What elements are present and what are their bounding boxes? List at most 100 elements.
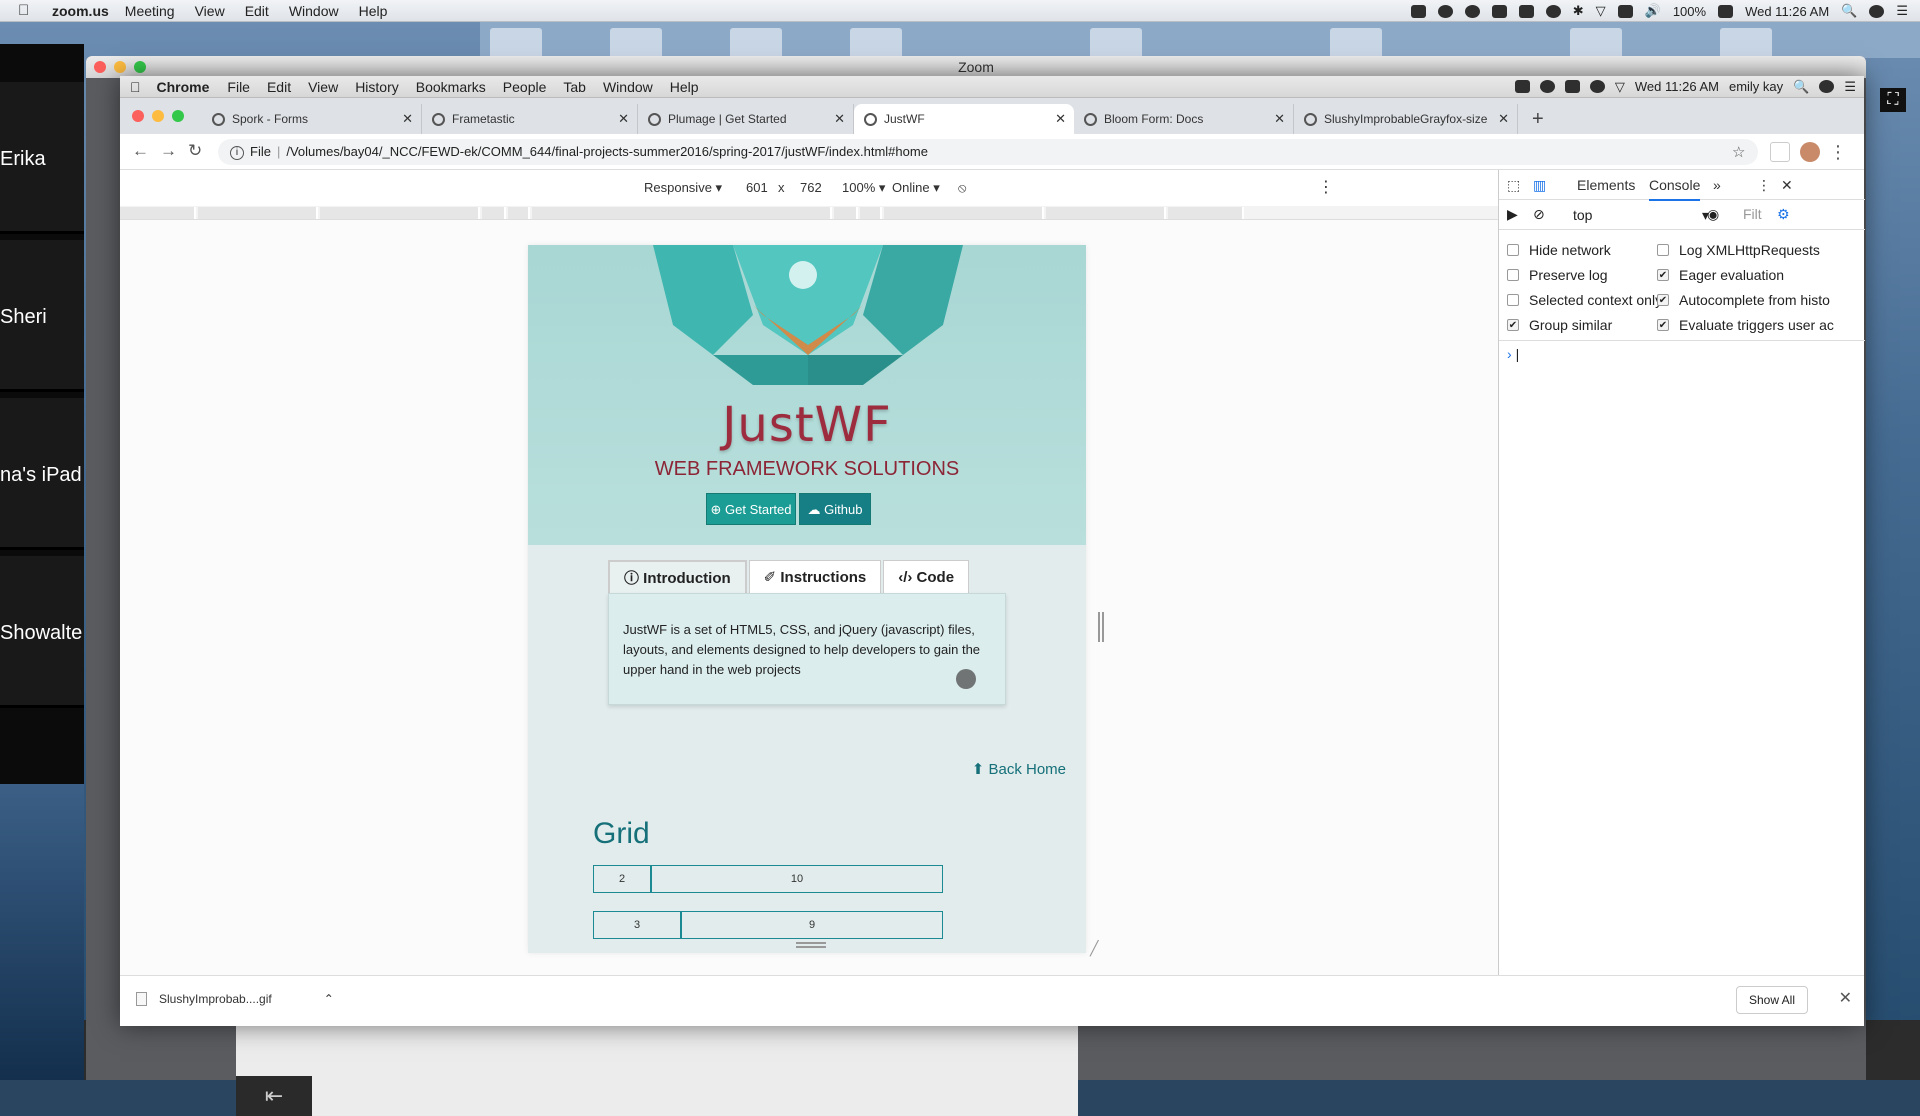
inspect-element-icon[interactable]: ⬚ [1507,177,1520,194]
participant-tile[interactable]: Showalte [0,556,84,708]
chrome-menu-bookmarks[interactable]: Bookmarks [416,79,486,95]
network-throttle-select[interactable]: Online ▾ [892,180,940,196]
github-button[interactable]: ☁ Github [799,493,871,525]
media-query-segment[interactable] [320,207,480,219]
viewport-width-input[interactable]: 601 [746,180,768,195]
zoom-window-button[interactable] [134,61,146,73]
clear-console-icon[interactable]: ⊘ [1533,206,1545,223]
wifi-icon[interactable]: ▽ [1596,3,1606,19]
zoom-tray-icon[interactable] [1411,5,1426,18]
menubar-item-window[interactable]: Window [289,3,339,19]
browser-tab[interactable]: Spork - Forms✕ [202,104,422,134]
bluetooth-icon[interactable]: ✱ [1573,3,1584,19]
creative-cloud-icon[interactable] [1540,80,1555,93]
close-downloads-icon[interactable]: ✕ [1839,988,1852,1008]
participant-tile[interactable]: na's iPad [0,398,84,550]
address-bar[interactable]: iFile|/Volumes/bay04/_NCC/FEWD-ek/COMM_6… [218,139,1758,165]
wifi-icon[interactable]: ▽ [1615,79,1625,95]
close-tab-icon[interactable]: ✕ [834,104,845,134]
checkbox[interactable] [1657,244,1669,256]
apple-menu-icon[interactable]:  [18,2,38,19]
media-query-segment[interactable] [1046,207,1166,219]
media-query-segment[interactable] [508,207,530,219]
back-icon[interactable]: ← [132,141,149,161]
chrome-menu-edit[interactable]: Edit [267,79,291,95]
chrome-menu-history[interactable]: History [355,79,399,95]
browser-tab[interactable]: Plumage | Get Started✕ [638,104,854,134]
device-toggle-icon[interactable]: ▥ [1533,177,1546,194]
checkbox[interactable] [1507,269,1519,281]
option-autocomplete-history[interactable]: ✔Autocomplete from histo [1657,292,1830,308]
sidebar-toggle-icon[interactable]: ▶ [1507,206,1518,223]
fullscreen-window-button[interactable] [172,110,184,122]
notification-center-icon[interactable]: ☰ [1896,3,1908,19]
chevron-up-icon[interactable]: ⌃ [324,992,334,1006]
close-tab-icon[interactable]: ✕ [1274,104,1285,134]
checkbox-checked[interactable]: ✔ [1657,319,1669,331]
exit-arrow-icon[interactable]: ⇤ [236,1076,312,1116]
siri-icon[interactable] [1869,5,1884,18]
reload-icon[interactable]: ↻ [188,141,202,161]
menubar-item-edit[interactable]: Edit [245,3,269,19]
context-selector[interactable]: top▾ [1567,204,1717,226]
rotate-icon[interactable]: ⦸ [958,180,966,196]
browser-tab[interactable]: SlushyImprobableGrayfox-size✕ [1294,104,1518,134]
viewport-height-input[interactable]: 762 [800,180,822,195]
chrome-app-name[interactable]: Chrome [157,79,210,95]
volume-icon[interactable]: 🔊 [1645,3,1661,19]
close-tab-icon[interactable]: ✕ [402,104,413,134]
media-query-segment[interactable] [532,207,832,219]
option-hide-network[interactable]: Hide network [1507,242,1611,258]
device-toolbar-menu-icon[interactable]: ⋮ [1318,177,1334,197]
checkbox-checked[interactable]: ✔ [1657,294,1669,306]
info-icon[interactable]: i [230,146,244,160]
battery-percent[interactable]: 100% [1673,4,1706,19]
option-preserve-log[interactable]: Preserve log [1507,267,1608,283]
checkbox-checked[interactable]: ✔ [1507,319,1519,331]
chrome-menu-view[interactable]: View [308,79,338,95]
new-tab-button[interactable]: + [1532,104,1544,134]
option-eager-evaluation[interactable]: ✔Eager evaluation [1657,267,1784,283]
creative-cloud-icon[interactable] [1465,5,1480,18]
profile-avatar[interactable] [1800,142,1820,162]
menubar-clock[interactable]: Wed 11:26 AM [1745,4,1829,19]
resize-handle-right[interactable] [1098,612,1104,642]
notification-center-icon[interactable]: ☰ [1844,79,1856,95]
devtools-tab-console[interactable]: Console [1649,177,1700,201]
device-mode-select[interactable]: Responsive ▾ [644,180,722,196]
chrome-menu-help[interactable]: Help [670,79,699,95]
console-settings-gear-icon[interactable]: ⚙ [1777,206,1790,223]
devtools-tab-elements[interactable]: Elements [1577,177,1635,193]
bookmark-star-icon[interactable]: ☆ [1732,143,1745,161]
browser-tab-active[interactable]: JustWF✕ [854,104,1074,134]
menubar-item-view[interactable]: View [195,3,225,19]
back-home-link[interactable]: ⬆ Back Home [972,760,1066,778]
battery-icon[interactable] [1718,5,1733,18]
chrome-menu-window[interactable]: Window [603,79,653,95]
extension-icon[interactable] [1770,142,1790,162]
menubar-item-meeting[interactable]: Meeting [125,3,175,19]
time-machine-icon[interactable] [1546,5,1561,18]
spotlight-icon[interactable]: 🔍 [1793,79,1809,95]
close-window-button[interactable] [132,110,144,122]
drive-tray-icon[interactable] [1492,5,1507,18]
console-filter-input[interactable]: Filt [1743,206,1762,222]
option-log-xhr[interactable]: Log XMLHttpRequests [1657,242,1820,258]
live-expression-eye-icon[interactable]: ◉ [1707,206,1719,223]
time-machine-icon[interactable] [1590,80,1605,93]
dropbox-icon[interactable] [1515,80,1530,93]
media-query-segment[interactable] [860,207,882,219]
participant-tile[interactable]: Erika [0,82,84,234]
minimize-window-button[interactable] [152,110,164,122]
menubar-app-name[interactable]: zoom.us [52,3,109,19]
show-all-button[interactable]: Show All [1736,986,1808,1014]
close-tab-icon[interactable]: ✕ [618,104,629,134]
zoom-select[interactable]: 100% ▾ [842,180,885,196]
checkbox-checked[interactable]: ✔ [1657,269,1669,281]
menubar-item-help[interactable]: Help [359,3,388,19]
close-tab-icon[interactable]: ✕ [1055,104,1066,134]
tab-code[interactable]: ‹/› Code [883,560,969,593]
browser-tab[interactable]: Bloom Form: Docs✕ [1074,104,1294,134]
tab-introduction[interactable]: ⓘ Introduction [608,560,747,593]
tab-instructions[interactable]: ✐ Instructions [749,560,882,593]
